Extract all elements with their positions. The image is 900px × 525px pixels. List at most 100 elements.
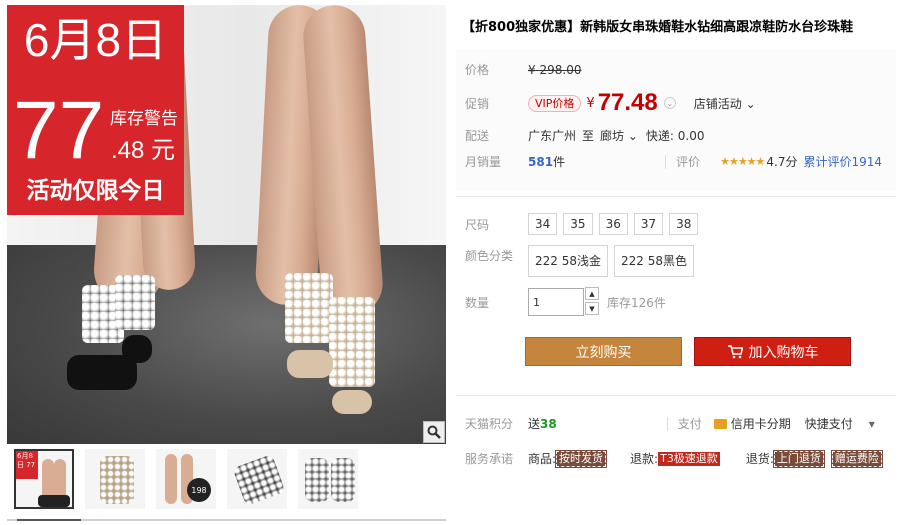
buy-now-button[interactable]: 立刻购买: [525, 337, 682, 366]
shipping-from: 广东广州: [528, 129, 577, 143]
service-row: 服务承诺 商品: 按时发货 退款: T3极速退款 退货: 上门退货 赠运费险: [465, 449, 883, 468]
promo-price-cents: .48 元: [111, 137, 176, 164]
add-to-cart-label: 加入购物车: [748, 344, 819, 361]
thumbnail-shoe: [38, 495, 70, 507]
service-goods-label: 商品:: [528, 452, 557, 466]
review-count-link[interactable]: 累计评价1914: [804, 153, 883, 170]
points-value: 38: [540, 416, 557, 431]
add-to-cart-button[interactable]: 加入购物车: [694, 337, 851, 366]
chevron-down-icon: ⌄: [741, 96, 756, 111]
currency-symbol: ¥: [528, 62, 536, 77]
store-activity-dropdown[interactable]: 店铺活动 ⌄: [694, 95, 756, 112]
color-option-light-gold[interactable]: 222 58浅金: [528, 245, 608, 277]
size-option-34[interactable]: 34: [528, 213, 558, 235]
chevron-down-icon[interactable]: ⌄: [663, 97, 676, 109]
points-label: 天猫积分: [465, 417, 514, 431]
quantity-stepper: ▲ ▼: [585, 287, 599, 317]
credit-card-icon: [713, 418, 727, 429]
size-option-37[interactable]: 37: [633, 213, 664, 235]
payment-label: 支付: [677, 417, 702, 431]
original-price-value: 298.00: [539, 62, 582, 77]
thumbnail-scroll-indicator: [17, 519, 81, 521]
promo-currency-symbol: ¥: [586, 95, 595, 111]
magnifier-icon: [427, 425, 441, 439]
chevron-down-icon[interactable]: ▾: [869, 417, 875, 431]
installment-option[interactable]: 信用卡分期: [731, 415, 791, 432]
store-activity-label: 店铺活动: [693, 96, 742, 111]
size-option-35[interactable]: 35: [563, 213, 593, 235]
shoe-light-left: [285, 273, 333, 343]
cart-icon: [727, 344, 743, 358]
thumbnail-shoe: [100, 456, 134, 504]
fast-refund-badge[interactable]: T3极速退款: [658, 451, 720, 466]
door-return-badge[interactable]: 上门退货: [772, 449, 825, 468]
quantity-row: 数量 ▲ ▼ 库存126件: [465, 287, 666, 317]
rating-score: 4.7分: [766, 155, 798, 169]
shipping-to-word: 至: [582, 129, 595, 143]
promo-price-row: 促销 VIP价格 ¥ 77.48 ⌄ 店铺活动 ⌄: [465, 89, 756, 117]
promo-tagline: 活动仅限今日: [26, 178, 165, 204]
original-price: ¥ 298.00: [528, 63, 581, 77]
thumbnail-scroll-track: [7, 519, 446, 521]
buy-now-label: 立刻购买: [575, 344, 632, 361]
thumbnail-5[interactable]: [298, 449, 358, 509]
thumbnail-1[interactable]: 6月8日 77: [14, 449, 74, 509]
sole-dark-2: [122, 335, 152, 363]
points-row: 天猫积分 送 38 支付 信用卡分期 快捷支付 ▾: [465, 415, 875, 432]
service-label: 服务承诺: [465, 452, 514, 466]
shipping-label: 配送: [465, 129, 490, 143]
color-option-black[interactable]: 222 58黑色: [614, 245, 694, 277]
promo-price-integer: 77: [13, 85, 105, 176]
color-label: 颜色分类: [465, 249, 514, 263]
quantity-label: 数量: [465, 295, 490, 310]
quantity-decrease-button[interactable]: ▼: [585, 302, 599, 315]
thumbnail-price-badge: 198: [187, 478, 211, 502]
zoom-button[interactable]: [423, 421, 445, 443]
promo-price-label: 促销: [465, 96, 490, 111]
service-refund-label: 退款:: [630, 452, 659, 466]
quick-pay-option[interactable]: 快捷支付: [805, 415, 853, 432]
quantity-input[interactable]: [528, 288, 584, 316]
vip-badge: VIP价格: [528, 94, 582, 112]
shipping-destination[interactable]: 廊坊 ⌄: [600, 127, 638, 144]
promo-price-value: 77.48: [597, 89, 658, 116]
separator: [456, 395, 896, 396]
points-send: 送: [528, 417, 541, 431]
stock-count: 库存126件: [607, 295, 666, 310]
shoe-light-right: [329, 297, 375, 387]
separator: [456, 196, 896, 197]
service-return-label: 退货:: [745, 452, 774, 466]
color-row: 颜色分类 222 58浅金 222 58黑色: [465, 245, 700, 277]
thumbnail-shoe: [305, 458, 329, 502]
promo-date: 6月8日: [23, 14, 168, 66]
thumbnail-strip: 6月8日 77 198: [7, 449, 446, 515]
shipping-insurance-badge[interactable]: 赠运费险: [830, 449, 883, 468]
divider: [666, 416, 668, 431]
shoe-dark-right: [115, 275, 155, 330]
price-row: 价格 ¥ 298.00: [465, 61, 581, 78]
shipping-row: 配送 广东广州 至 廊坊 ⌄ 快递: 0.00: [465, 127, 705, 144]
price-label: 价格: [465, 63, 490, 77]
sole-light-2: [332, 390, 372, 414]
thumbnail-promo: 6月8日 77: [16, 451, 38, 479]
thumbnail-2[interactable]: [85, 449, 145, 509]
size-option-36[interactable]: 36: [598, 213, 628, 235]
thumbnail-leg: [165, 454, 177, 504]
rating-stars-icon: ★★★★★: [720, 155, 765, 168]
size-label: 尺码: [465, 217, 490, 232]
thumbnail-shoe: [331, 458, 355, 502]
promo-banner: 6月8日 77 库存警告 .48 元 活动仅限今日: [7, 5, 184, 215]
thumbnail-3[interactable]: 198: [156, 449, 216, 509]
size-option-38[interactable]: 38: [669, 213, 699, 235]
monthly-sales-label: 月销量: [465, 155, 502, 169]
monthly-sales-unit: 件: [553, 155, 566, 169]
divider: [665, 154, 667, 169]
sales-row: 月销量 581 件 评价 ★★★★★ 4.7分 累计评价1914: [465, 153, 882, 170]
on-time-shipping-badge[interactable]: 按时发货: [555, 449, 608, 468]
thumbnail-shoe: [232, 454, 286, 506]
thumbnail-4[interactable]: [227, 449, 287, 509]
chevron-down-icon: ⌄: [624, 129, 638, 143]
size-row: 尺码 34 35 36 37 38: [465, 213, 704, 235]
express-fee: 快递: 0.00: [645, 129, 705, 143]
quantity-increase-button[interactable]: ▲: [585, 287, 599, 300]
